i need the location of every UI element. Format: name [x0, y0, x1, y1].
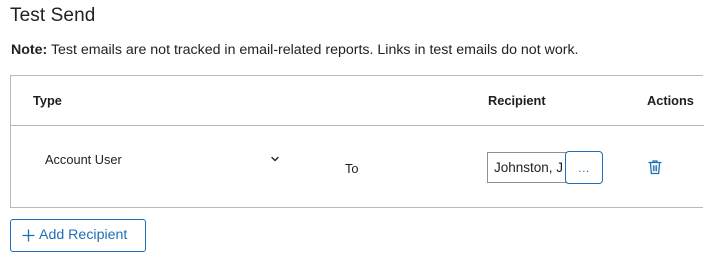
recipient-value: Johnston, J: [494, 160, 564, 175]
chevron-down-icon: [271, 156, 279, 162]
trash-icon[interactable]: [648, 159, 662, 175]
table-row: Account User To Johnston, J ...: [11, 126, 704, 208]
recipient-field[interactable]: Johnston, J: [487, 152, 571, 183]
note-label: Note:: [11, 42, 48, 58]
column-header-actions: Actions: [647, 93, 694, 108]
to-label: To: [345, 161, 359, 176]
test-send-title: Test Send: [10, 5, 96, 26]
type-select-value: Account User: [45, 152, 122, 167]
table-header: Type Recipient Actions: [11, 76, 704, 126]
column-header-type: Type: [33, 93, 62, 108]
add-recipient-button[interactable]: Add Recipient: [10, 219, 146, 252]
note: Note: Test emails are not tracked in ema…: [11, 42, 578, 58]
recipients-table: Type Recipient Actions Account User To J…: [10, 75, 704, 208]
browse-recipient-button[interactable]: ...: [565, 151, 603, 184]
add-recipient-label: Add Recipient: [39, 227, 128, 243]
note-text: Test emails are not tracked in email-rel…: [47, 42, 579, 58]
plus-icon: [22, 229, 35, 242]
type-select[interactable]: Account User: [41, 150, 283, 172]
column-header-recipient: Recipient: [488, 93, 546, 108]
browse-button-label: ...: [578, 161, 590, 175]
